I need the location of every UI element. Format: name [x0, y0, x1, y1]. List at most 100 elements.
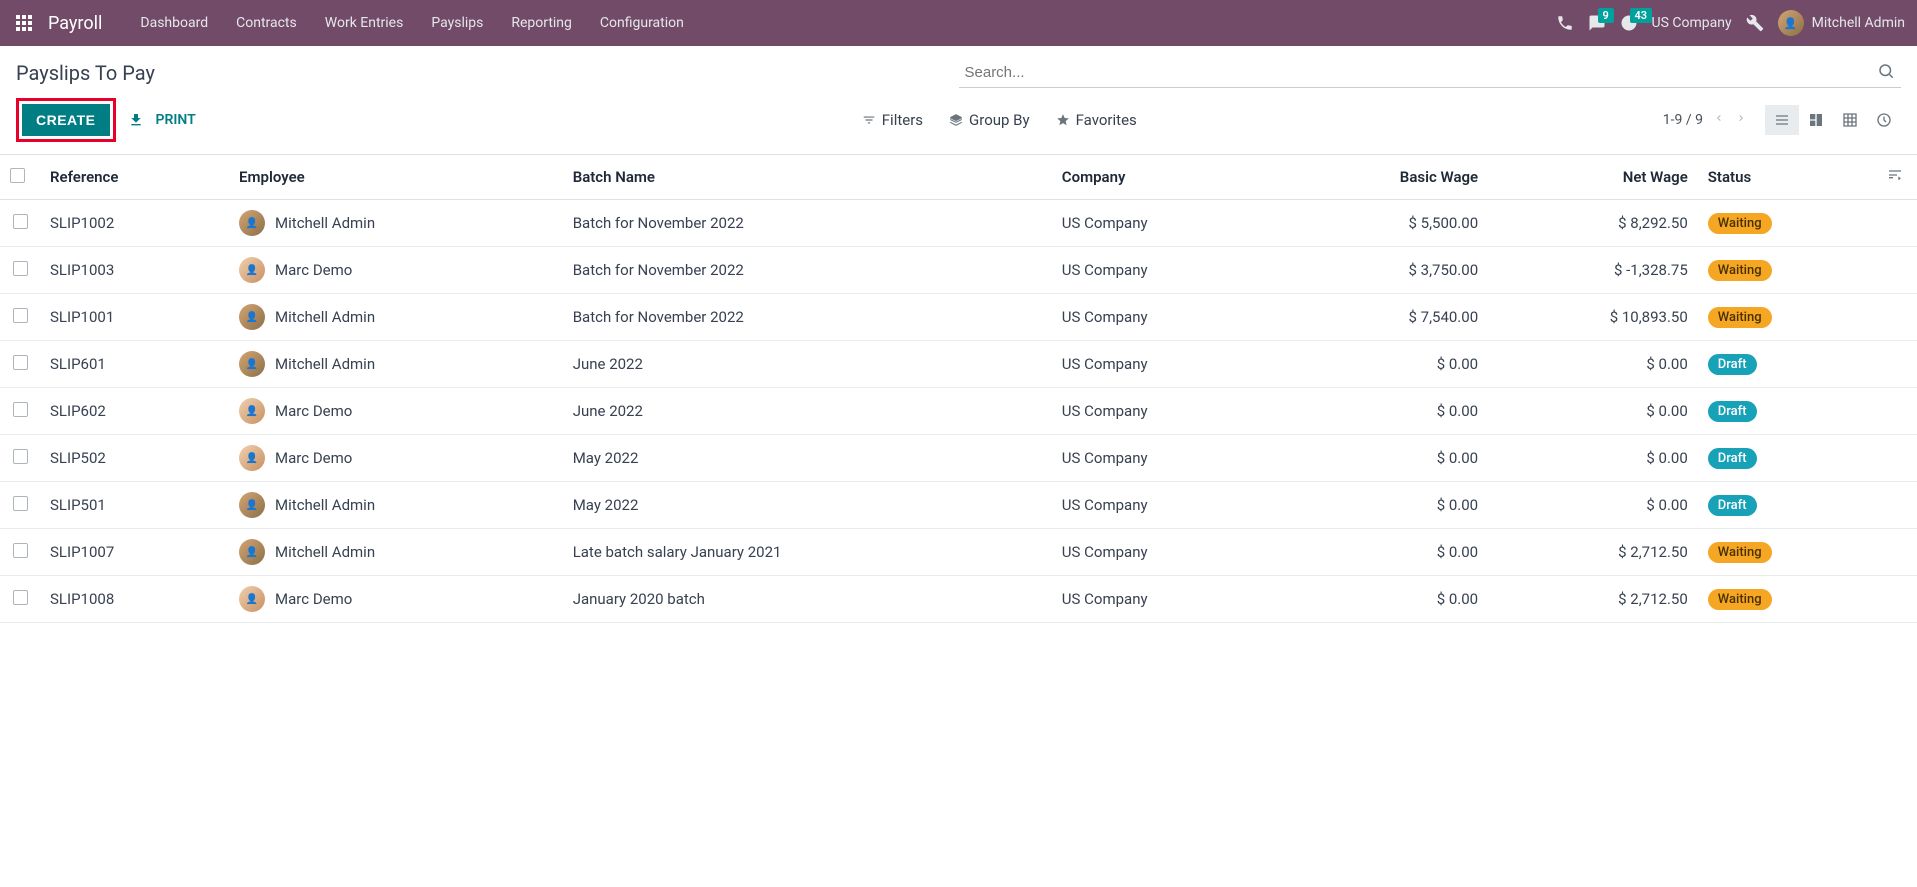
highlight-box: CREATE [16, 98, 116, 142]
table-row[interactable]: SLIP1003 👤 Marc Demo Batch for November … [0, 247, 1917, 294]
groupby-label: Group By [969, 111, 1030, 129]
cell-batch: January 2020 batch [563, 576, 1052, 623]
employee-avatar-icon: 👤 [239, 539, 265, 565]
row-checkbox[interactable] [13, 496, 28, 511]
col-basic-wage[interactable]: Basic Wage [1278, 155, 1488, 200]
cell-reference: SLIP1003 [40, 247, 229, 294]
row-checkbox[interactable] [13, 355, 28, 370]
cell-status: Waiting [1698, 529, 1877, 576]
cell-basic-wage: $ 0.00 [1278, 529, 1488, 576]
cell-net-wage: $ 10,893.50 [1488, 294, 1698, 341]
col-company[interactable]: Company [1052, 155, 1278, 200]
col-reference[interactable]: Reference [40, 155, 229, 200]
table-row[interactable]: SLIP1008 👤 Marc Demo January 2020 batch … [0, 576, 1917, 623]
status-badge: Draft [1708, 401, 1757, 422]
nav-menu-item[interactable]: Work Entries [311, 3, 418, 43]
row-checkbox[interactable] [13, 402, 28, 417]
table-row[interactable]: SLIP602 👤 Marc Demo June 2022 US Company… [0, 388, 1917, 435]
table-row[interactable]: SLIP1002 👤 Mitchell Admin Batch for Nove… [0, 200, 1917, 247]
col-net-wage[interactable]: Net Wage [1488, 155, 1698, 200]
employee-name: Marc Demo [275, 449, 352, 467]
user-menu[interactable]: 👤 Mitchell Admin [1778, 10, 1905, 36]
cell-batch: Batch for November 2022 [563, 200, 1052, 247]
debug-icon[interactable] [1746, 14, 1764, 32]
kanban-view-icon[interactable] [1799, 105, 1833, 135]
search-icon[interactable] [1877, 62, 1895, 84]
employee-avatar-icon: 👤 [239, 445, 265, 471]
activities-badge: 43 [1630, 8, 1653, 23]
employee-name: Marc Demo [275, 590, 352, 608]
company-switcher[interactable]: US Company [1652, 15, 1732, 31]
table-row[interactable]: SLIP601 👤 Mitchell Admin June 2022 US Co… [0, 341, 1917, 388]
row-checkbox[interactable] [13, 214, 28, 229]
cell-employee: 👤 Marc Demo [229, 576, 563, 623]
groupby-button[interactable]: Group By [949, 111, 1030, 129]
cell-company: US Company [1052, 388, 1278, 435]
pivot-view-icon[interactable] [1833, 105, 1867, 135]
cell-reference: SLIP1001 [40, 294, 229, 341]
cell-reference: SLIP501 [40, 482, 229, 529]
status-badge: Waiting [1708, 213, 1772, 234]
employee-name: Mitchell Admin [275, 496, 375, 514]
cell-employee: 👤 Marc Demo [229, 247, 563, 294]
activities-icon[interactable]: 43 [1620, 14, 1638, 32]
download-button[interactable] [128, 112, 144, 128]
apps-menu-icon[interactable] [12, 11, 36, 35]
nav-menu-item[interactable]: Configuration [586, 3, 698, 43]
cell-reference: SLIP502 [40, 435, 229, 482]
table-row[interactable]: SLIP501 👤 Mitchell Admin May 2022 US Com… [0, 482, 1917, 529]
cell-company: US Company [1052, 200, 1278, 247]
messages-badge: 9 [1598, 8, 1614, 23]
create-button[interactable]: CREATE [22, 104, 110, 136]
col-batch[interactable]: Batch Name [563, 155, 1052, 200]
cell-batch: Batch for November 2022 [563, 294, 1052, 341]
col-employee[interactable]: Employee [229, 155, 563, 200]
select-all-checkbox[interactable] [10, 168, 25, 183]
user-avatar-icon: 👤 [1778, 10, 1804, 36]
pager-value[interactable]: 1-9 / 9 [1663, 112, 1703, 128]
row-checkbox[interactable] [13, 261, 28, 276]
search-input[interactable] [959, 58, 1902, 88]
table-row[interactable]: SLIP1001 👤 Mitchell Admin Batch for Nove… [0, 294, 1917, 341]
app-name[interactable]: Payroll [48, 13, 102, 34]
voip-icon[interactable] [1556, 14, 1574, 32]
nav-menu-item[interactable]: Reporting [497, 3, 586, 43]
cell-net-wage: $ 8,292.50 [1488, 200, 1698, 247]
activity-view-icon[interactable] [1867, 105, 1901, 135]
status-badge: Waiting [1708, 260, 1772, 281]
table-row[interactable]: SLIP1007 👤 Mitchell Admin Late batch sal… [0, 529, 1917, 576]
nav-menu-item[interactable]: Contracts [222, 3, 311, 43]
employee-name: Mitchell Admin [275, 214, 375, 232]
cell-employee: 👤 Mitchell Admin [229, 200, 563, 247]
filters-button[interactable]: Filters [862, 111, 923, 129]
row-checkbox[interactable] [13, 590, 28, 605]
cell-status: Waiting [1698, 247, 1877, 294]
print-button[interactable]: PRINT [156, 112, 196, 128]
list-view-icon[interactable] [1765, 105, 1799, 135]
row-checkbox[interactable] [13, 308, 28, 323]
cell-batch: May 2022 [563, 435, 1052, 482]
breadcrumb: Payslips To Pay [16, 61, 155, 85]
cell-net-wage: $ 0.00 [1488, 341, 1698, 388]
nav-menu-item[interactable]: Payslips [417, 3, 497, 43]
cell-batch: June 2022 [563, 388, 1052, 435]
cell-employee: 👤 Marc Demo [229, 435, 563, 482]
nav-menu-item[interactable]: Dashboard [126, 3, 222, 43]
row-checkbox[interactable] [13, 543, 28, 558]
cell-company: US Company [1052, 294, 1278, 341]
pager-next-icon[interactable] [1735, 110, 1747, 130]
cell-net-wage: $ 0.00 [1488, 435, 1698, 482]
table-row[interactable]: SLIP502 👤 Marc Demo May 2022 US Company … [0, 435, 1917, 482]
filters-label: Filters [882, 111, 923, 129]
pager-prev-icon[interactable] [1713, 110, 1725, 130]
nav-menu: DashboardContractsWork EntriesPayslipsRe… [126, 3, 697, 43]
messages-icon[interactable]: 9 [1588, 14, 1606, 32]
col-status[interactable]: Status [1698, 155, 1877, 200]
cell-basic-wage: $ 0.00 [1278, 482, 1488, 529]
optional-columns-icon[interactable] [1887, 169, 1903, 187]
employee-avatar-icon: 👤 [239, 257, 265, 283]
employee-name: Mitchell Admin [275, 543, 375, 561]
cell-company: US Company [1052, 247, 1278, 294]
row-checkbox[interactable] [13, 449, 28, 464]
favorites-button[interactable]: Favorites [1056, 111, 1137, 129]
